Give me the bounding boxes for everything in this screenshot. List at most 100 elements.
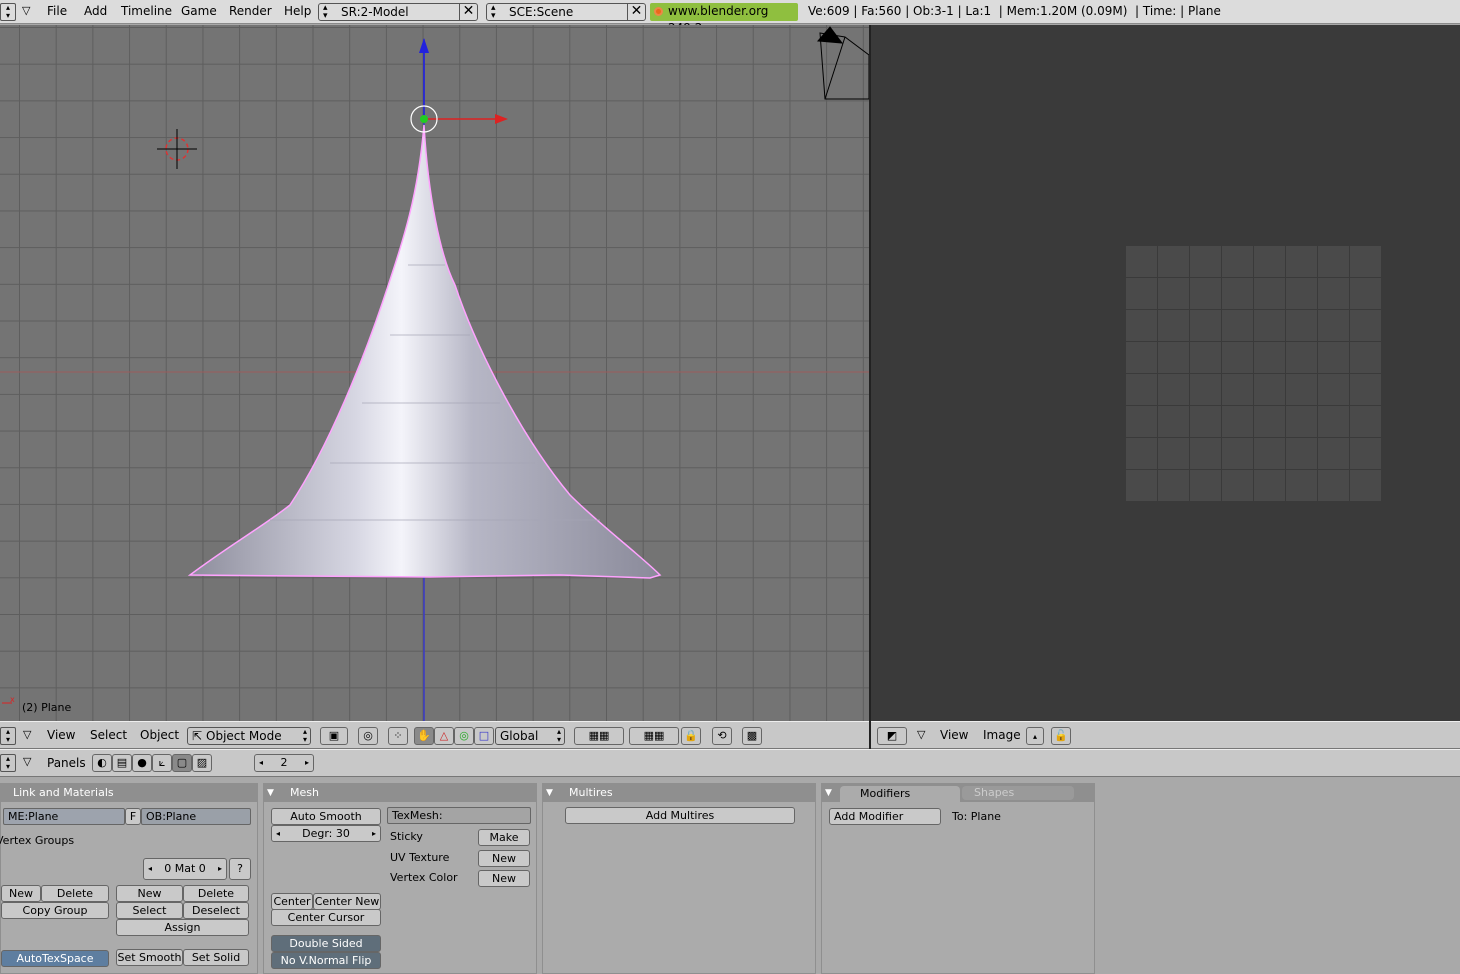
vertex-color-label: Vertex Color: [390, 871, 458, 884]
translate-manipulator[interactable]: △: [434, 727, 454, 745]
orientation-dropdown[interactable]: Global ▴ ▾: [495, 727, 565, 745]
texmesh-field[interactable]: TexMesh:: [387, 807, 531, 824]
object-context-button[interactable]: ⟀: [152, 754, 172, 772]
increment-arrow-icon[interactable]: ▸: [218, 859, 222, 879]
auto-smooth-toggle[interactable]: Auto Smooth: [271, 808, 381, 825]
scale-manipulator[interactable]: □: [474, 727, 494, 745]
center-cursor-button[interactable]: Center Cursor: [271, 909, 381, 926]
menu-view[interactable]: View: [940, 728, 968, 742]
uv-texture-new-button[interactable]: New: [478, 850, 530, 867]
mesh-name-field[interactable]: ME:Plane: [3, 808, 125, 825]
screen-selector[interactable]: ▴ ▾ SR:2-Model ✕: [318, 3, 478, 21]
sticky-make-button[interactable]: Make: [478, 829, 530, 846]
object-name-field[interactable]: OB:Plane: [141, 808, 251, 825]
assign-material-button[interactable]: Assign: [116, 919, 249, 936]
collapse-menu-icon[interactable]: ▽: [22, 4, 30, 17]
collapse-triangle-icon[interactable]: ▼: [546, 784, 553, 802]
mode-dropdown[interactable]: ⇱ Object Mode ▴ ▾: [187, 727, 311, 745]
deselect-material-button[interactable]: Deselect: [183, 902, 249, 919]
decrement-arrow-icon[interactable]: ◂: [148, 859, 152, 879]
manipulator-toggle[interactable]: ✋: [414, 727, 434, 745]
link-materials-panel: Link and Materials ME:Plane F OB:Plane V…: [0, 783, 258, 974]
double-sided-toggle[interactable]: Double Sided: [271, 935, 381, 952]
pivot-button[interactable]: ◎: [358, 727, 378, 745]
menu-game[interactable]: Game: [181, 4, 217, 18]
image-browse-button[interactable]: ▴▾: [1026, 727, 1044, 757]
increment-arrow-icon[interactable]: ▸: [305, 755, 309, 771]
fake-user-button[interactable]: F: [125, 808, 141, 825]
layer-buttons-left[interactable]: ▦▦: [574, 727, 624, 745]
menu-file[interactable]: File: [47, 4, 67, 18]
menu-select[interactable]: Select: [90, 728, 127, 742]
delete-material-button[interactable]: Delete: [183, 885, 249, 902]
collapse-menu-icon[interactable]: ▽: [23, 755, 31, 768]
editor-type-selector[interactable]: ◩: [877, 727, 907, 745]
tab-modifiers[interactable]: Modifiers: [840, 786, 960, 802]
panel-title[interactable]: Link and Materials: [1, 784, 257, 802]
autotexspace-toggle[interactable]: AutoTexSpace: [1, 950, 109, 967]
updown-icon: ▴▾: [491, 3, 496, 21]
blender-version-badge[interactable]: www.blender.org 249.2: [650, 3, 798, 35]
sticky-label: Sticky: [390, 830, 423, 843]
logic-context-button[interactable]: ◐: [92, 754, 112, 772]
draw-type-button[interactable]: ▣: [320, 727, 348, 745]
panel-title[interactable]: ▼ Multires: [543, 784, 815, 802]
scene-selector[interactable]: ▴ ▾ SCE:Scene ✕: [486, 3, 646, 21]
material-index-counter[interactable]: ◂ 0 Mat 0 ▸: [143, 858, 227, 880]
window-type-selector[interactable]: ▴ ▾: [0, 3, 16, 21]
editor-type-selector[interactable]: ▴ ▾: [0, 727, 16, 745]
center-button[interactable]: Center: [271, 893, 313, 910]
increment-arrow-icon[interactable]: ▸: [372, 826, 376, 841]
select-material-button[interactable]: Select: [116, 902, 183, 919]
collapse-triangle-icon[interactable]: ▼: [267, 784, 274, 802]
scene-context-button[interactable]: ▨: [192, 754, 212, 772]
vertex-color-new-button[interactable]: New: [478, 870, 530, 887]
area-splitter[interactable]: [869, 25, 871, 749]
set-smooth-button[interactable]: Set Smooth: [116, 949, 183, 966]
copy-group-button[interactable]: Copy Group: [1, 902, 109, 919]
solid-cube-icon: ▣: [328, 729, 340, 742]
decrement-arrow-icon[interactable]: ◂: [276, 826, 280, 841]
tab-shapes[interactable]: Shapes: [962, 786, 1074, 800]
editing-context-button[interactable]: ▢: [172, 754, 192, 772]
shading-context-button[interactable]: ●: [132, 754, 152, 772]
collapse-menu-icon[interactable]: ▽: [917, 728, 925, 741]
editor-type-selector[interactable]: ▴ ▾: [0, 754, 16, 772]
add-modifier-dropdown[interactable]: Add Modifier: [829, 808, 941, 825]
delete-vgroup-button[interactable]: Delete: [41, 885, 109, 902]
rotate-manipulator[interactable]: ◎: [454, 727, 474, 745]
proportional-button[interactable]: ⁘: [388, 727, 408, 745]
menu-help[interactable]: Help: [284, 4, 311, 18]
new-material-button[interactable]: New: [116, 885, 183, 902]
circle-icon: ◎: [459, 729, 469, 742]
center-new-button[interactable]: Center New: [313, 893, 381, 910]
layer-buttons-right[interactable]: ▦▦: [629, 727, 679, 745]
editing-square-icon: ▢: [176, 756, 188, 769]
panel-title[interactable]: ▼ Mesh: [264, 784, 536, 802]
set-solid-button[interactable]: Set Solid: [183, 949, 249, 966]
close-screen-icon[interactable]: ✕: [459, 3, 477, 21]
script-context-button[interactable]: ▤: [112, 754, 132, 772]
menu-view[interactable]: View: [47, 728, 75, 742]
menu-object[interactable]: Object: [140, 728, 179, 742]
menu-render[interactable]: Render: [229, 4, 272, 18]
3d-viewport[interactable]: x (2) Plane: [0, 25, 869, 721]
menu-timeline[interactable]: Timeline: [121, 4, 172, 18]
close-scene-icon[interactable]: ✕: [627, 3, 645, 21]
menu-image[interactable]: Image: [983, 728, 1021, 742]
no-vnormal-flip-toggle[interactable]: No V.Normal Flip: [271, 952, 381, 969]
degree-slider[interactable]: ◂ Degr: 30 ▸: [271, 825, 381, 842]
pin-image-button[interactable]: 🔓: [1051, 727, 1071, 745]
frame-number-field[interactable]: ◂ 2 ▸: [254, 754, 314, 772]
lock-layers-button[interactable]: 🔒: [681, 727, 701, 745]
new-vgroup-button[interactable]: New: [1, 885, 41, 902]
ogl-render-button[interactable]: ⟲: [712, 727, 732, 745]
decrement-arrow-icon[interactable]: ◂: [259, 755, 263, 771]
menu-add[interactable]: Add: [84, 4, 107, 18]
uv-image-editor[interactable]: [871, 25, 1460, 721]
render-preview-button[interactable]: ▩: [742, 727, 762, 745]
collapse-menu-icon[interactable]: ▽: [23, 728, 31, 741]
help-button[interactable]: ?: [229, 858, 251, 880]
collapse-triangle-icon[interactable]: ▼: [825, 784, 832, 802]
add-multires-button[interactable]: Add Multires: [565, 807, 795, 824]
